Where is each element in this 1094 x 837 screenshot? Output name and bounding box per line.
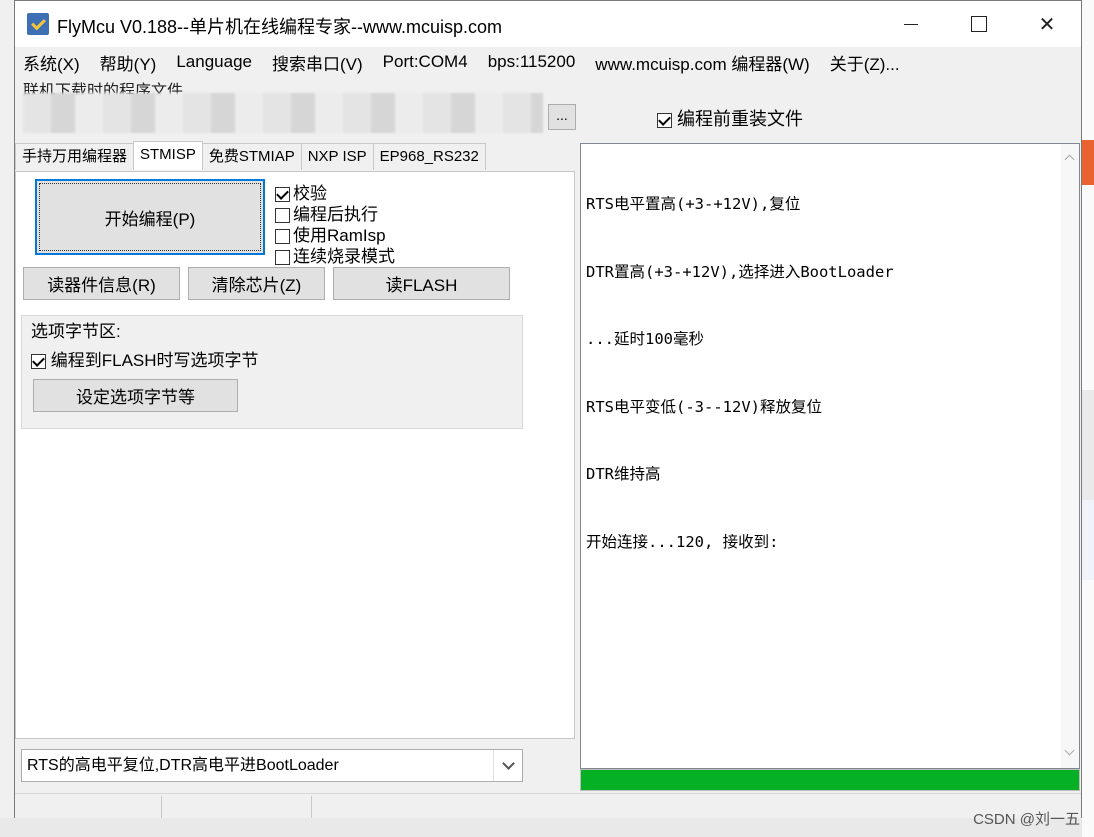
tab-stmisp[interactable]: STMISP <box>133 141 203 170</box>
reset-mode-value: RTS的高电平复位,DTR高电平进BootLoader <box>27 757 339 774</box>
log-line: ...延时100毫秒 <box>586 330 704 348</box>
option-bytes-title: 选项字节区: <box>31 322 121 341</box>
log-line: RTS电平变低(-3--12V)释放复位 <box>586 397 822 416</box>
log-line: RTS电平置高(+3-+12V),复位 <box>586 195 801 213</box>
status-bar <box>15 793 1081 818</box>
checkbox-icon <box>657 112 672 128</box>
menu-about[interactable]: 关于(Z)... <box>820 50 910 75</box>
tab-free-stmiap[interactable]: 免费STMIAP <box>201 143 302 170</box>
menu-bar: 系统(X) 帮助(Y) Language 搜索串口(V) Port:COM4 b… <box>15 47 1081 77</box>
reload-file-label: 编程前重装文件 <box>677 109 804 129</box>
status-divider <box>311 796 312 818</box>
write-option-bytes-label: 编程到FLASH时写选项字节 <box>50 351 259 370</box>
start-programming-button[interactable]: 开始编程(P) <box>35 179 265 255</box>
tab-ep968-rs232[interactable]: EP968_RS232 <box>372 143 486 170</box>
menu-help[interactable]: 帮助(Y) <box>90 50 167 75</box>
close-icon: ✕ <box>1038 13 1056 36</box>
maximize-button[interactable] <box>945 1 1013 47</box>
title-bar[interactable]: FlyMcu V0.188--单片机在线编程专家--www.mcuisp.com… <box>15 1 1081 47</box>
tab-strip: 手持万用编程器 STMISP 免费STMIAP NXP ISP EP968_RS… <box>15 141 486 171</box>
erase-chip-button[interactable]: 清除芯片(Z) <box>188 267 325 300</box>
flymcu-window: FlyMcu V0.188--单片机在线编程专家--www.mcuisp.com… <box>14 0 1082 818</box>
scroll-up-icon[interactable] <box>1064 154 1075 165</box>
checkbox-icon <box>31 354 46 370</box>
browse-button[interactable]: ... <box>548 104 576 130</box>
close-button[interactable]: ✕ <box>1013 1 1081 47</box>
log-text: RTS电平置高(+3-+12V),复位 DTR置高(+3-+12V),选择进入B… <box>586 148 894 598</box>
app-icon <box>27 13 49 35</box>
menu-port[interactable]: Port:COM4 <box>373 52 478 72</box>
progress-fill <box>581 770 1079 790</box>
progress-bar <box>580 769 1080 791</box>
tab-handheld-programmer[interactable]: 手持万用编程器 <box>15 143 135 170</box>
menu-language[interactable]: Language <box>166 52 262 72</box>
log-line: 开始连接...120, 接收到: <box>586 532 779 551</box>
menu-system[interactable]: 系统(X) <box>15 50 90 75</box>
background-window <box>1082 0 1094 837</box>
maximize-icon <box>971 16 987 32</box>
scroll-down-icon[interactable] <box>1064 745 1075 756</box>
checkbox-icon <box>275 250 290 266</box>
window-title: FlyMcu V0.188--单片机在线编程专家--www.mcuisp.com <box>57 17 503 37</box>
chevron-down-icon[interactable] <box>493 750 522 781</box>
log-output[interactable]: RTS电平置高(+3-+12V),复位 DTR置高(+3-+12V),选择进入B… <box>580 143 1080 769</box>
status-divider <box>161 796 162 818</box>
minimize-icon <box>904 23 918 25</box>
reload-file-checkbox[interactable]: 编程前重装文件 <box>657 105 803 131</box>
continuous-burn-checkbox[interactable]: 连续烧录模式 <box>275 242 395 267</box>
read-device-info-button[interactable]: 读器件信息(R) <box>23 267 180 300</box>
minimize-button[interactable] <box>877 1 945 47</box>
watermark: CSDN @刘一五 <box>973 811 1080 828</box>
log-scrollbar[interactable] <box>1061 144 1079 768</box>
file-path-field[interactable] <box>23 93 543 133</box>
set-option-bytes-button[interactable]: 设定选项字节等 <box>33 379 238 412</box>
continuous-burn-label: 连续烧录模式 <box>293 247 395 266</box>
reset-mode-select[interactable]: RTS的高电平复位,DTR高电平进BootLoader <box>21 749 523 782</box>
tab-nxp-isp[interactable]: NXP ISP <box>300 143 374 170</box>
menu-search-port[interactable]: 搜索串口(V) <box>262 50 373 75</box>
log-line: DTR置高(+3-+12V),选择进入BootLoader <box>586 262 894 281</box>
read-flash-button[interactable]: 读FLASH <box>333 267 510 300</box>
log-line: DTR维持高 <box>586 465 661 483</box>
write-option-bytes-checkbox[interactable]: 编程到FLASH时写选项字节 <box>31 346 259 371</box>
menu-programmer[interactable]: www.mcuisp.com 编程器(W) <box>585 50 819 75</box>
background-window-bottom <box>0 818 1082 837</box>
menu-bps[interactable]: bps:115200 <box>478 52 586 72</box>
